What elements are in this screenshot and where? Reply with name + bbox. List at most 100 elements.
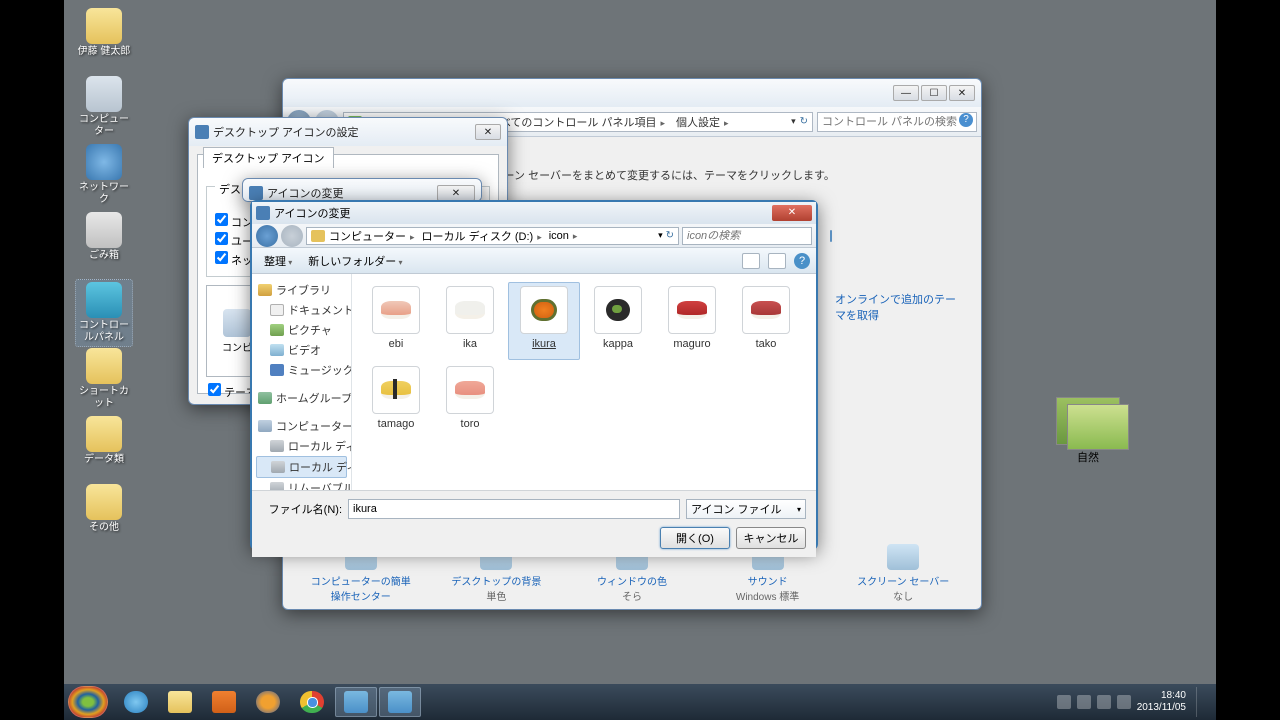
file-search[interactable] [682,227,812,245]
icon-change-mini-window[interactable]: アイコンの変更 ✕ [242,178,482,202]
show-desktop-button[interactable] [1196,687,1206,717]
tab-desktop-icons[interactable]: デスクトップ アイコン [203,147,334,168]
taskbar-firefox[interactable] [247,687,289,717]
picture-icon [270,324,284,336]
file-item-maguro[interactable]: maguro [656,282,728,360]
search-input[interactable] [687,230,830,242]
file-list[interactable]: ebiikaikurakappa maguro tako tamago toro [352,274,816,490]
start-button[interactable] [68,686,108,718]
breadcrumb[interactable]: icon [547,230,583,242]
desktop-icon-bin[interactable]: ごみ箱 [76,212,132,262]
file-item-kappa[interactable]: kappa [582,282,654,360]
taskbar-app1[interactable] [335,687,377,717]
desktop-icon-folder[interactable]: ショートカット [76,348,132,410]
chrome-icon [300,691,324,713]
file-icon [446,286,494,334]
maximize-button[interactable]: ☐ [921,85,947,101]
sidebar-item-disk[interactable]: ローカル ディス [256,436,347,456]
sidebar-item-library[interactable]: ライブラリ [256,280,347,300]
filename-label: ファイル名(N): [262,501,342,517]
file-icon [446,366,494,414]
clock[interactable]: 18:40 2013/11/05 [1137,690,1186,714]
file-item-ika[interactable]: ika [434,282,506,360]
desktop-icon-computer[interactable]: コンピューター [76,76,132,138]
cp-icon [86,282,122,318]
online-themes-link[interactable]: オンラインで追加のテーマを取得 [835,291,961,323]
desktop-icon-folder[interactable]: データ類 [76,416,132,466]
nav-forward-button[interactable] [281,225,303,247]
file-open-dialog[interactable]: アイコンの変更 ✕ コンピューター ローカル ディスク (D:) icon ▾ … [250,200,818,550]
file-item-toro[interactable]: toro [434,362,506,440]
new-folder-button[interactable]: 新しいフォルダー [302,251,408,271]
ie-icon [124,691,148,713]
setting-title: サウンド [718,573,818,588]
folder-icon [86,484,122,520]
breadcrumb[interactable]: コンピューター [327,228,420,244]
file-label: tamago [364,418,428,430]
cancel-button[interactable]: キャンセル [736,527,806,549]
cp-titlebar[interactable]: — ☐ ✕ [283,79,981,107]
tray-icon[interactable] [1077,695,1091,709]
file-type-filter[interactable]: アイコン ファイル [686,499,806,519]
file-item-ebi[interactable]: ebi [360,282,432,360]
taskbar-app2[interactable] [379,687,421,717]
view-icon[interactable] [742,253,760,269]
file-item-tamago[interactable]: tamago [360,362,432,440]
address-bar[interactable]: コンピューター ローカル ディスク (D:) icon ▾ ↻ [306,227,679,245]
theme-nature[interactable]: 自然 [1043,397,1133,465]
library-icon [258,284,272,296]
breadcrumb[interactable]: すべてのコントロール パネル項目 [488,114,670,130]
help-icon[interactable]: ? [959,113,973,127]
tray-icon[interactable] [1097,695,1111,709]
help-icon[interactable]: ? [794,253,810,269]
bin-icon [86,212,122,248]
disk-icon [271,461,285,473]
system-tray[interactable]: 18:40 2013/11/05 [1057,687,1212,717]
dis-titlebar[interactable]: デスクトップ アイコンの設定 ✕ [189,118,507,146]
sidebar-item-documents[interactable]: ドキュメント [256,300,347,320]
fb-titlebar[interactable]: アイコンの変更 ✕ [252,202,816,224]
desktop-icon-cp[interactable]: コントロールパネル [76,280,132,346]
desktop-icon-network[interactable]: ネットワーク [76,144,132,206]
sidebar-item-music[interactable]: ミュージック [256,360,347,380]
sidebar-item-disk[interactable]: ローカル ディス [256,456,347,478]
desktop[interactable]: 伊藤 健太郎コンピューターネットワークごみ箱コントロールパネルショートカットデー… [64,0,1216,720]
file-label: maguro [660,338,724,350]
search-input[interactable] [822,116,972,128]
close-button[interactable]: ✕ [949,85,975,101]
nav-back-button[interactable] [256,225,278,247]
cp-bottom-item[interactable]: スクリーン セーバーなし [853,544,953,603]
preview-pane-icon[interactable] [768,253,786,269]
sidebar-item-computer[interactable]: コンピューター [256,416,347,436]
desktop-icon-folder[interactable]: その他 [76,484,132,534]
organize-menu[interactable]: 整理 [258,251,298,271]
taskbar-media-player[interactable] [203,687,245,717]
sushi-kappa-icon [606,299,630,321]
minimize-button[interactable]: — [893,85,919,101]
sidebar-item-homegroup[interactable]: ホームグループ [256,388,347,408]
sidebar-item-videos[interactable]: ビデオ [256,340,347,360]
close-button[interactable]: ✕ [772,205,812,221]
filename-input[interactable] [348,499,680,519]
window-icon [256,206,270,220]
tray-icon[interactable] [1057,695,1071,709]
close-button[interactable]: ✕ [437,185,475,201]
breadcrumb[interactable]: ローカル ディスク (D:) [420,228,547,244]
search-icon[interactable] [830,230,832,242]
file-item-ikura[interactable]: ikura [508,282,580,360]
file-item-tako[interactable]: tako [730,282,802,360]
sidebar-item-removable[interactable]: リムーバブル デ [256,478,347,490]
file-icon [520,286,568,334]
taskbar-ie[interactable] [115,687,157,717]
taskbar-explorer[interactable] [159,687,201,717]
cp-search[interactable] [817,112,977,132]
taskbar[interactable]: 18:40 2013/11/05 [64,684,1216,720]
volume-icon[interactable] [1117,695,1131,709]
computer-icon [258,420,272,432]
desktop-icon-folder[interactable]: 伊藤 健太郎 [76,8,132,58]
open-button[interactable]: 開く(O) [660,527,730,549]
close-button[interactable]: ✕ [475,124,501,140]
taskbar-chrome[interactable] [291,687,333,717]
sidebar-item-pictures[interactable]: ピクチャ [256,320,347,340]
breadcrumb[interactable]: 個人設定 [674,114,734,130]
